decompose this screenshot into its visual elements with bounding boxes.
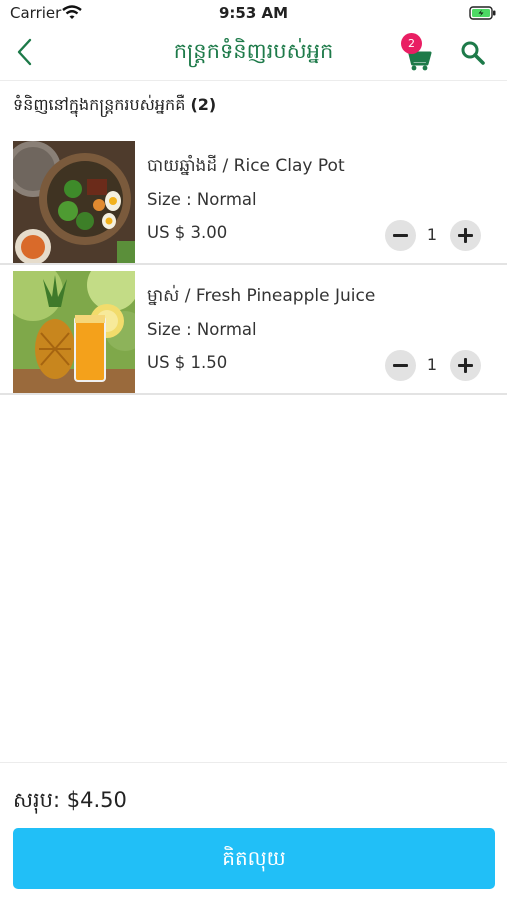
item-price: US $ 3.00 (147, 223, 228, 242)
cart-items-label: ទំនិញនៅក្នុងកន្ត្រករបស់អ្នកគឺ (13, 95, 186, 114)
chevron-left-icon (17, 38, 32, 66)
cart-button[interactable]: 2 (400, 33, 434, 72)
item-size: Size : Normal (147, 320, 257, 339)
cart-items-count: (2) (190, 95, 217, 114)
nav-bar: កន្ត្រកទំនិញរបស់អ្នក 2 (0, 28, 507, 81)
quantity-value: 1 (426, 225, 438, 244)
item-name: ម្នាស់ / Fresh Pineapple Juice (147, 286, 376, 306)
status-bar: Carrier 9:53 AM (0, 0, 507, 28)
cart-items-header: ទំនិញនៅក្នុងកន្ត្រករបស់អ្នកគឺ (2) (13, 94, 216, 118)
increase-quantity-button[interactable] (450, 350, 481, 381)
cart-item: ម្នាស់ / Fresh Pineapple Juice Size : No… (0, 264, 507, 395)
decrease-quantity-button[interactable] (385, 220, 416, 251)
battery-icon (469, 6, 497, 24)
back-button[interactable] (14, 37, 36, 71)
pineapple-juice-image (13, 271, 135, 393)
search-icon (461, 41, 485, 65)
minus-icon (393, 234, 408, 237)
item-price: US $ 1.50 (147, 353, 228, 372)
item-size: Size : Normal (147, 190, 257, 209)
increase-quantity-button[interactable] (450, 220, 481, 251)
quantity-value: 1 (426, 355, 438, 374)
rice-clay-pot-image (13, 141, 135, 263)
checkout-button[interactable]: គិតលុយ (13, 828, 495, 889)
item-name: បាយឆ្នាំងដី / Rice Clay Pot (147, 156, 345, 176)
clock: 9:53 AM (218, 4, 289, 22)
page-title: កន្ត្រកទំនិញរបស់អ្នក (173, 39, 334, 63)
decrease-quantity-button[interactable] (385, 350, 416, 381)
search-button[interactable] (459, 39, 487, 71)
checkout-footer: សរុប: $4.50 គិតលុយ (0, 762, 507, 901)
total-amount: សរុប: $4.50 (13, 788, 127, 812)
cart-item: បាយឆ្នាំងដី / Rice Clay Pot Size : Norma… (0, 134, 507, 265)
minus-icon (393, 364, 408, 367)
cart-badge: 2 (401, 33, 422, 54)
